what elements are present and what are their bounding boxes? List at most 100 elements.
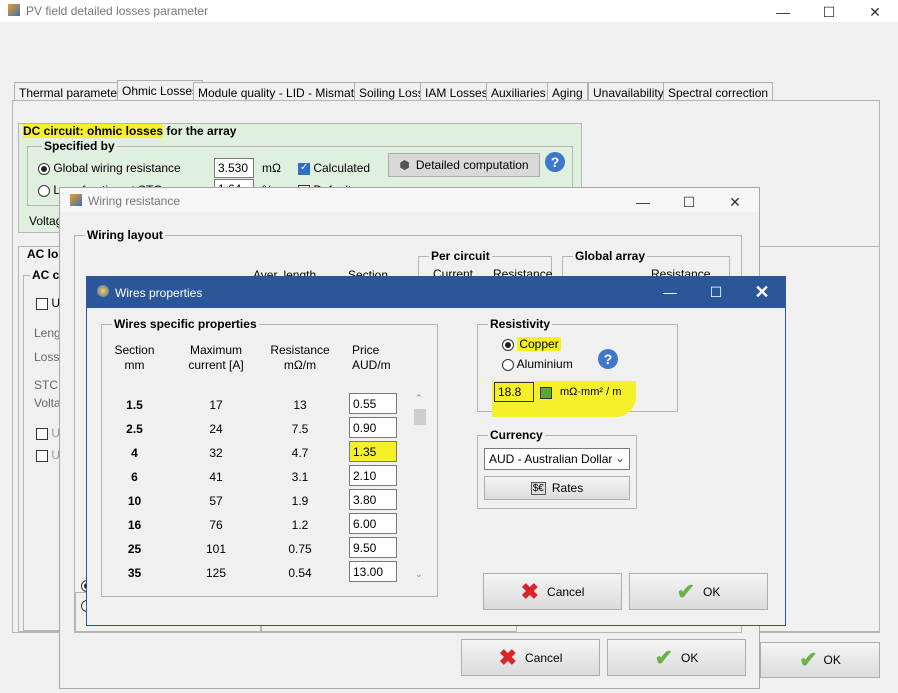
wire-resistance-cell: 1.9 <box>291 494 309 508</box>
wire-resistance-cell: 4.7 <box>291 446 309 460</box>
main-window-title: PV field detailed losses parameter <box>26 4 209 18</box>
wiring-window-title: Wiring resistance <box>88 194 181 208</box>
wire-current-cell: 101 <box>205 542 227 556</box>
wiring-ok-button[interactable]: ✔ OK <box>607 639 746 676</box>
wire-price-input[interactable]: 0.55 <box>349 393 397 414</box>
wiring-close-icon[interactable]: ✕ <box>712 190 758 214</box>
wire-section-cell: 35 <box>127 566 142 580</box>
specified-by-title: Specified by <box>42 139 117 153</box>
currency-rates-icon: $€ <box>530 481 546 495</box>
wiring-layout-title: Wiring layout <box>85 228 165 242</box>
tab-unavailability[interactable]: Unavailability <box>588 82 669 101</box>
wire-current-cell: 17 <box>209 398 223 412</box>
wires-specific-group: Wires specific properties Section mm Maxi… <box>101 317 438 597</box>
rates-button[interactable]: $€ Rates <box>484 476 630 500</box>
wires-cancel-button[interactable]: ✖ Cancel <box>483 573 622 610</box>
resistivity-group: Resistivity Copper Aluminium ? 18.8 mΩ·m… <box>477 317 678 417</box>
wire-price-input[interactable]: 1.35 <box>349 441 397 462</box>
global-wiring-input[interactable]: 3.530 <box>214 158 254 178</box>
resistivity-input[interactable]: 18.8 <box>494 382 534 402</box>
tab-ohmic-losses[interactable]: Ohmic Losses <box>117 80 204 101</box>
tab-auxiliaries[interactable]: Auxiliaries <box>486 82 551 101</box>
header-section: Section mm <box>114 343 155 372</box>
table-row: 1.5 17 13 0.55 <box>102 393 432 417</box>
wires-dialog-title: Wires properties <box>115 286 203 300</box>
wires-properties-dialog: Wires properties — ☐ ✕ Wires specific pr… <box>86 276 786 626</box>
wires-ok-button[interactable]: ✔ OK <box>629 573 768 610</box>
scroll-up-icon[interactable]: ⌃ <box>415 393 423 404</box>
wire-resistance-cell: 1.2 <box>291 518 309 532</box>
wire-price-input[interactable]: 2.10 <box>349 465 397 486</box>
wires-minimize-icon[interactable]: — <box>647 280 693 304</box>
cancel-x-icon: ✖ <box>498 644 518 670</box>
wiring-cancel-button[interactable]: ✖ Cancel <box>461 639 600 676</box>
wire-resistance-cell: 3.1 <box>291 470 309 484</box>
global-wiring-radio[interactable]: Global wiring resistance <box>38 161 181 175</box>
minimize-icon[interactable]: — <box>760 0 806 24</box>
wires-close-icon[interactable]: ✕ <box>739 280 785 304</box>
aluminium-radio[interactable]: Aluminium <box>502 357 573 371</box>
table-row: 6 41 3.1 2.10 <box>102 465 432 489</box>
wire-section-cell: 6 <box>131 470 138 484</box>
gear-icon: ⬢ <box>399 158 410 172</box>
tab-aging[interactable]: Aging <box>547 82 588 101</box>
resistivity-help-icon[interactable]: ? <box>598 349 618 369</box>
main-ok-button[interactable]: ✔ OK <box>760 642 880 678</box>
per-circuit-title: Per circuit <box>429 249 492 263</box>
wires-table-body: 1.5 17 13 0.55 2.5 24 7.5 0.90 4 32 4.7 1.35 6 41 3.1 2… <box>102 393 432 593</box>
tab-soiling-loss[interactable]: Soiling Loss <box>354 82 429 101</box>
dc-group-title: DC circuit: ohmic losses for the array <box>23 124 237 138</box>
resistivity-unit: mΩ·mm² / m <box>560 386 622 398</box>
wire-section-cell: 1.5 <box>126 398 143 412</box>
detailed-computation-button[interactable]: ⬢ Detailed computation <box>388 153 540 177</box>
calculated-checkbox[interactable]: Calculated <box>298 161 370 175</box>
wiring-maximize-icon[interactable]: ☐ <box>666 190 712 214</box>
global-array-title: Global array <box>573 249 648 263</box>
wire-resistance-cell: 0.75 <box>288 542 312 556</box>
close-icon[interactable]: ✕ <box>852 0 898 24</box>
wire-price-input[interactable]: 13.00 <box>349 561 397 582</box>
main-titlebar: PV field detailed losses parameter — ☐ ✕ <box>0 0 898 22</box>
wire-section-cell: 4 <box>131 446 138 460</box>
wiring-minimize-icon[interactable]: — <box>620 190 666 214</box>
wire-resistance-cell: 13 <box>293 398 307 412</box>
currency-title: Currency <box>488 428 545 442</box>
wire-price-input[interactable]: 6.00 <box>349 513 397 534</box>
maximize-icon[interactable]: ☐ <box>806 0 852 24</box>
help-icon[interactable]: ? <box>545 152 565 172</box>
wires-scrollbar[interactable]: ⌃ ⌄ <box>412 393 428 581</box>
wire-price-input[interactable]: 3.80 <box>349 489 397 510</box>
currency-select[interactable]: AUD - Australian Dollar ⌄ <box>484 448 630 470</box>
resistivity-check[interactable] <box>540 385 552 399</box>
wire-price-input[interactable]: 0.90 <box>349 417 397 438</box>
cancel-x-icon: ✖ <box>520 578 540 604</box>
table-row: 35 125 0.54 13.00 <box>102 561 432 585</box>
header-resistance: Resistance mΩ/m <box>270 343 330 372</box>
wire-current-cell: 57 <box>209 494 223 508</box>
wire-current-cell: 76 <box>209 518 223 532</box>
wire-section-cell: 10 <box>127 494 142 508</box>
tab-thermal[interactable]: Thermal parameter <box>14 82 127 101</box>
scroll-thumb[interactable] <box>414 409 426 425</box>
check-icon: ✔ <box>799 647 818 672</box>
resistivity-title: Resistivity <box>488 317 553 331</box>
table-row: 16 76 1.2 6.00 <box>102 513 432 537</box>
copper-radio[interactable]: Copper <box>502 337 561 351</box>
scroll-down-icon[interactable]: ⌄ <box>415 569 423 580</box>
wire-current-cell: 32 <box>209 446 223 460</box>
currency-group: Currency AUD - Australian Dollar ⌄ $€ Ra… <box>477 428 637 509</box>
wire-resistance-cell: 0.54 <box>288 566 312 580</box>
wire-current-cell: 24 <box>209 422 223 436</box>
wires-maximize-icon[interactable]: ☐ <box>693 280 739 304</box>
wire-section-cell: 2.5 <box>126 422 143 436</box>
table-row: 2.5 24 7.5 0.90 <box>102 417 432 441</box>
app-icon <box>8 4 20 16</box>
wire-price-input[interactable]: 9.50 <box>349 537 397 558</box>
wires-app-icon <box>97 285 109 297</box>
tab-module-quality[interactable]: Module quality - LID - Mismatch <box>193 82 372 101</box>
table-row: 25 101 0.75 9.50 <box>102 537 432 561</box>
global-wiring-unit: mΩ <box>262 161 281 175</box>
tab-iam-losses[interactable]: IAM Losses <box>420 82 493 101</box>
tab-spectral-correction[interactable]: Spectral correction <box>663 82 774 101</box>
chevron-down-icon: ⌄ <box>614 451 625 465</box>
